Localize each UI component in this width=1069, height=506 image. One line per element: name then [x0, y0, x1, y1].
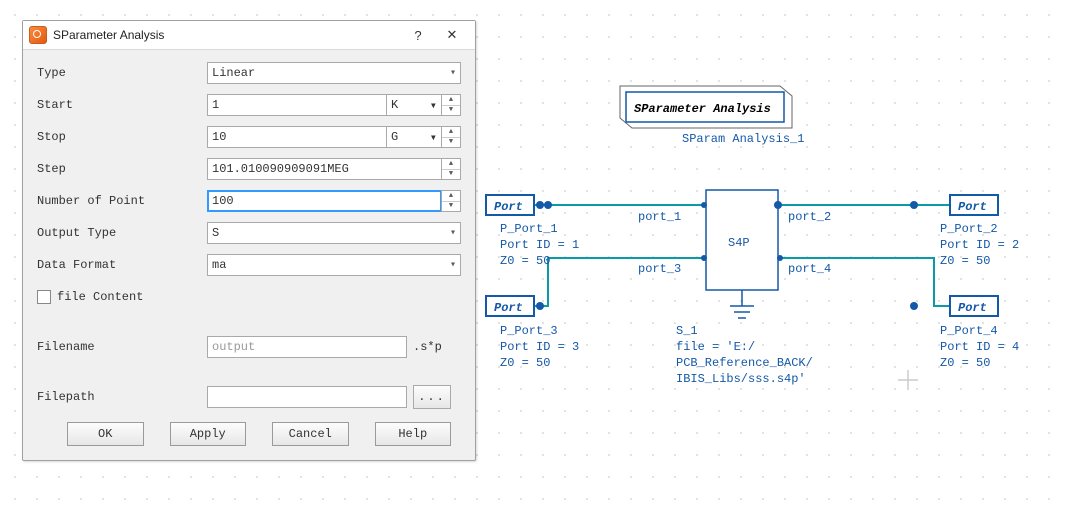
svg-text:P_Port_4: P_Port_4: [940, 324, 998, 338]
schematic-canvas[interactable]: SParameter Analysis SParam Analysis_1 S4…: [480, 0, 1069, 506]
ok-button[interactable]: OK: [67, 422, 144, 446]
pin-port1-label: port_1: [638, 210, 681, 224]
port-4[interactable]: Port: [950, 296, 998, 316]
filepath-label: Filepath: [37, 390, 207, 404]
stop-input[interactable]: 10: [207, 126, 387, 148]
browse-button[interactable]: ...: [413, 385, 451, 409]
output-type-label: Output Type: [37, 226, 207, 240]
svg-text:Port ID = 2: Port ID = 2: [940, 238, 1019, 252]
svg-text:P_Port_3: P_Port_3: [500, 324, 558, 338]
svg-text:Z0 = 50: Z0 = 50: [940, 356, 990, 370]
npoint-spinner[interactable]: ▲▼: [441, 190, 461, 212]
svg-text:IBIS_Libs/sss.s4p': IBIS_Libs/sss.s4p': [676, 372, 806, 386]
npoint-label: Number of Point: [37, 194, 207, 208]
chevron-down-icon: ▾: [450, 259, 456, 271]
svg-text:P_Port_2: P_Port_2: [940, 222, 998, 236]
svg-text:Port ID = 3: Port ID = 3: [500, 340, 579, 354]
port-2-text: P_Port_2 Port ID = 2 Z0 = 50: [940, 222, 1019, 268]
chevron-down-icon: ▾: [430, 98, 437, 113]
start-unit-combo[interactable]: K ▾: [386, 94, 442, 116]
s4p-block[interactable]: S4P: [706, 190, 778, 318]
svg-text:PCB_Reference_BACK/: PCB_Reference_BACK/: [676, 356, 813, 370]
port-2[interactable]: Port: [950, 195, 998, 215]
cursor-crosshair-icon: [898, 370, 918, 390]
step-spinner[interactable]: ▲▼: [441, 158, 461, 180]
s4p-name: S4P: [728, 236, 750, 250]
help-button[interactable]: Help: [375, 422, 452, 446]
filename-label: Filename: [37, 340, 207, 354]
pin-port4-label: port_4: [788, 262, 831, 276]
type-combo[interactable]: Linear ▾: [207, 62, 461, 84]
pin-port3-label: port_3: [638, 262, 681, 276]
svg-text:Z0 = 50: Z0 = 50: [940, 254, 990, 268]
data-format-combo[interactable]: ma ▾: [207, 254, 461, 276]
output-type-combo[interactable]: S ▾: [207, 222, 461, 244]
port-1-text: P_Port_1 Port ID = 1 Z0 = 50: [500, 222, 579, 268]
start-label: Start: [37, 98, 207, 112]
data-format-label: Data Format: [37, 258, 207, 272]
cancel-button[interactable]: Cancel: [272, 422, 349, 446]
help-button[interactable]: ?: [401, 21, 435, 49]
start-spinner[interactable]: ▲▼: [441, 94, 461, 116]
port-3[interactable]: Port: [486, 296, 534, 316]
svg-text:Port: Port: [958, 301, 987, 315]
sparameter-dialog: SParameter Analysis ? ✕ Type Linear ▾ St…: [22, 20, 476, 461]
port-1[interactable]: Port: [486, 195, 534, 215]
titlebar[interactable]: SParameter Analysis ? ✕: [23, 21, 475, 50]
s1-text: S_1 file = 'E:/ PCB_Reference_BACK/ IBIS…: [676, 324, 813, 386]
chevron-down-icon: ▾: [450, 67, 456, 79]
apply-button[interactable]: Apply: [170, 422, 247, 446]
start-input[interactable]: 1: [207, 94, 387, 116]
npoint-input[interactable]: 100: [207, 190, 442, 212]
svg-text:Port: Port: [494, 200, 523, 214]
svg-text:file = 'E:/: file = 'E:/: [676, 340, 755, 354]
port-3-text: P_Port_3 Port ID = 3 Z0 = 50: [500, 324, 579, 370]
svg-text:Port: Port: [958, 200, 987, 214]
svg-text:Z0 = 50: Z0 = 50: [500, 254, 550, 268]
filepath-input[interactable]: [207, 386, 407, 408]
svg-text:Port ID = 4: Port ID = 4: [940, 340, 1019, 354]
step-label: Step: [37, 162, 207, 176]
file-content-checkbox[interactable]: [37, 290, 51, 304]
svg-text:Z0 = 50: Z0 = 50: [500, 356, 550, 370]
dialog-title: SParameter Analysis: [53, 28, 164, 42]
port-4-text: P_Port_4 Port ID = 4 Z0 = 50: [940, 324, 1019, 370]
stop-unit-combo[interactable]: G ▾: [386, 126, 442, 148]
step-input[interactable]: 101.010090909091MEG: [207, 158, 442, 180]
titleblock[interactable]: SParameter Analysis SParam Analysis_1: [620, 86, 804, 146]
svg-text:Port ID = 1: Port ID = 1: [500, 238, 579, 252]
chevron-down-icon: ▾: [450, 227, 456, 239]
close-button[interactable]: ✕: [435, 21, 469, 49]
filename-suffix: .s*p: [413, 340, 442, 354]
svg-text:S_1: S_1: [676, 324, 698, 338]
stop-label: Stop: [37, 130, 207, 144]
filename-input[interactable]: output: [207, 336, 407, 358]
ground-icon: [730, 290, 754, 318]
app-icon: [29, 26, 47, 44]
titleblock-title: SParameter Analysis: [634, 102, 771, 116]
chevron-down-icon: ▾: [430, 130, 437, 145]
file-content-label: file Content: [57, 290, 143, 304]
type-label: Type: [37, 66, 207, 80]
svg-text:P_Port_1: P_Port_1: [500, 222, 558, 236]
svg-text:Port: Port: [494, 301, 523, 315]
titleblock-instance: SParam Analysis_1: [682, 132, 804, 146]
stop-spinner[interactable]: ▲▼: [441, 126, 461, 148]
pin-port2-label: port_2: [788, 210, 831, 224]
